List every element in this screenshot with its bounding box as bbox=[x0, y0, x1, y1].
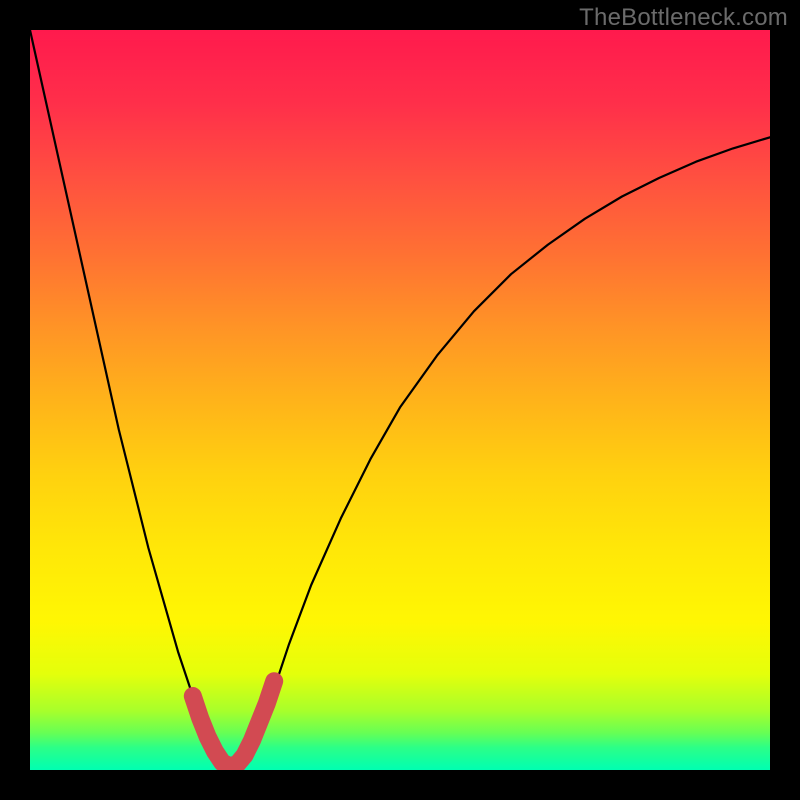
bottleneck-curve bbox=[30, 30, 770, 766]
curve-layer bbox=[30, 30, 770, 770]
watermark-text: TheBottleneck.com bbox=[579, 4, 788, 32]
plot-area bbox=[30, 30, 770, 770]
highlight-min-segment bbox=[193, 681, 274, 766]
chart-frame: TheBottleneck.com bbox=[0, 0, 800, 800]
